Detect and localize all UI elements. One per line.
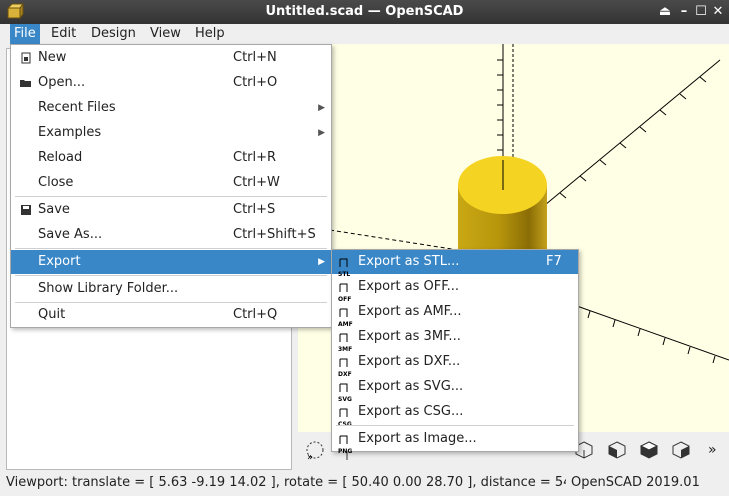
menu-item-export-amf[interactable]: AMF Export as AMF... [332, 300, 578, 328]
viewport-status-text: Viewport: translate = [ 5.63 -9.19 14.02… [6, 475, 566, 490]
keep-above-icon[interactable]: ⏏ [657, 4, 673, 20]
svg-file-icon: SVG [338, 378, 354, 403]
menu-item-close[interactable]: Close Ctrl+W [11, 171, 331, 195]
submenu-arrow-icon: ▶ [318, 103, 325, 113]
view-back-icon[interactable] [670, 438, 692, 462]
csg-file-icon: CSG [338, 403, 354, 428]
menu-item-examples[interactable]: Examples ▶ [11, 121, 331, 145]
save-icon [21, 205, 31, 215]
menu-separator [15, 275, 327, 276]
menu-item-export-image[interactable]: PNG Export as Image... [332, 427, 578, 455]
window-title: Untitled.scad — OpenSCAD [265, 4, 464, 19]
menu-separator [15, 196, 327, 197]
svg-text:»: » [307, 452, 313, 462]
menu-item-export-csg[interactable]: CSG Export as CSG... [332, 400, 578, 428]
open-folder-icon [20, 80, 31, 87]
version-text: OpenSCAD 2019.01 [571, 475, 700, 490]
minimize-button[interactable]: – [676, 4, 692, 20]
new-file-icon [21, 52, 31, 64]
menu-item-export[interactable]: Export ▶ [11, 250, 331, 274]
menu-bar: File Edit Design View Help [0, 24, 729, 44]
off-file-icon: OFF [338, 278, 354, 303]
menu-item-recent-files[interactable]: Recent Files ▶ [11, 96, 331, 120]
menu-item-save-as[interactable]: Save As... Ctrl+Shift+S [11, 223, 331, 247]
menu-item-reload[interactable]: Reload Ctrl+R [11, 146, 331, 170]
menu-help[interactable]: Help [191, 24, 229, 44]
submenu-arrow-icon: ▶ [318, 128, 325, 138]
submenu-arrow-icon: ▶ [318, 257, 325, 267]
menu-item-export-svg[interactable]: SVG Export as SVG... [332, 375, 578, 403]
maximize-button[interactable]: ☐ [693, 4, 709, 20]
export-submenu: STL Export as STL... F7 OFF Export as OF… [331, 249, 579, 455]
3mf-file-icon: 3MF [338, 328, 354, 353]
menu-item-new[interactable]: New Ctrl+N [11, 46, 331, 70]
menu-item-quit[interactable]: Quit Ctrl+Q [11, 303, 331, 327]
menu-item-export-3mf[interactable]: 3MF Export as 3MF... [332, 325, 578, 353]
menu-separator [15, 248, 327, 249]
menu-separator [336, 425, 574, 426]
view-front-icon[interactable] [638, 438, 660, 462]
menu-item-export-stl[interactable]: STL Export as STL... F7 [332, 250, 578, 278]
menu-edit[interactable]: Edit [47, 24, 80, 44]
view-all-icon[interactable]: » [304, 438, 326, 462]
menu-item-export-dxf[interactable]: DXF Export as DXF... [332, 350, 578, 378]
png-file-icon: PNG [338, 430, 354, 455]
menu-item-save[interactable]: Save Ctrl+S [11, 198, 331, 222]
dxf-file-icon: DXF [338, 353, 354, 378]
menu-design[interactable]: Design [87, 24, 140, 44]
menu-item-export-off[interactable]: OFF Export as OFF... [332, 275, 578, 303]
menu-item-show-library-folder[interactable]: Show Library Folder... [11, 277, 331, 301]
status-bar: Viewport: translate = [ 5.63 -9.19 14.02… [0, 472, 729, 496]
file-menu: New Ctrl+N Open... Ctrl+O Recent Files ▶… [10, 44, 332, 328]
menu-file[interactable]: File [10, 24, 40, 44]
stl-file-icon: STL [338, 253, 354, 278]
close-button[interactable]: ✕ [710, 4, 726, 20]
menu-item-open[interactable]: Open... Ctrl+O [11, 71, 331, 95]
menu-view[interactable]: View [146, 24, 185, 44]
amf-file-icon: AMF [338, 303, 354, 328]
toolbar-more-button[interactable]: » [708, 442, 717, 458]
view-right-icon[interactable] [606, 438, 628, 462]
title-bar: Untitled.scad — OpenSCAD ⏏ – ☐ ✕ [0, 0, 729, 24]
